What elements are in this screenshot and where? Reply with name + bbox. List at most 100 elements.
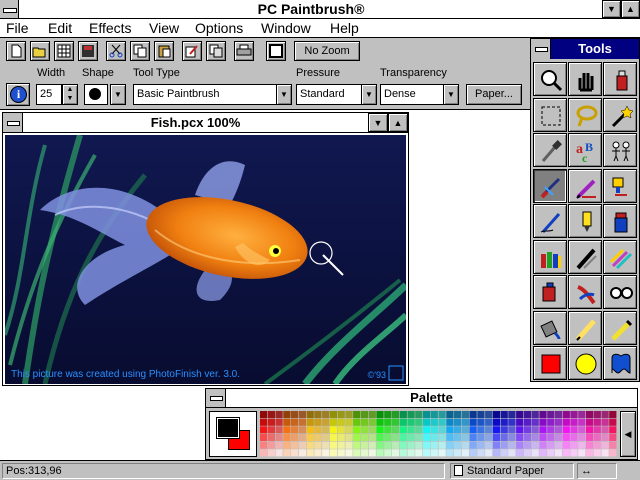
tool-type-dropdown[interactable]: ▼: [276, 84, 292, 105]
lasso-tool-button[interactable]: [568, 97, 602, 132]
copy-icon[interactable]: [130, 41, 150, 61]
palette-title: Palette: [410, 390, 453, 405]
edit-icon[interactable]: [182, 41, 202, 61]
magic-wand-tool-button[interactable]: [603, 97, 637, 132]
image-canvas[interactable]: This picture was created using PhotoFini…: [5, 135, 406, 384]
pencil-icon: [576, 179, 596, 199]
menu-help[interactable]: Help: [330, 19, 359, 37]
new-icon[interactable]: [6, 41, 26, 61]
width-spinner[interactable]: ▲ ▼: [62, 84, 78, 105]
tools-system-menu-button[interactable]: [531, 39, 551, 59]
menu-file[interactable]: File: [6, 19, 29, 37]
canvas-credit-text: This picture was created using PhotoFini…: [11, 369, 241, 380]
glasses-icon: [610, 287, 633, 299]
fill-bucket-icon: [540, 319, 561, 339]
smudge-tool-button[interactable]: [568, 275, 602, 309]
line-tool-button[interactable]: [568, 239, 602, 274]
highlighter-tool-button[interactable]: [568, 204, 602, 238]
document-minimize-button[interactable]: ▼: [368, 113, 388, 132]
shape-field[interactable]: [84, 84, 108, 105]
menu-bar: File Edit Effects View Options Window He…: [0, 19, 640, 38]
frame-icon[interactable]: [266, 41, 286, 61]
document-window: Fish.pcx 100% ▼ ▲ This picture was creat…: [2, 112, 409, 386]
color-replace-tool-button[interactable]: [533, 275, 567, 309]
goldfish-image: [5, 135, 406, 384]
document-title-bar: Fish.pcx 100% ▼ ▲: [3, 113, 408, 133]
shape-dropdown[interactable]: ▼: [110, 84, 126, 105]
fill-bucket-tool-button[interactable]: [533, 310, 567, 345]
marquee-tool-button[interactable]: [533, 97, 567, 132]
paste-icon[interactable]: [154, 41, 174, 61]
paper-icon: [454, 465, 463, 476]
menu-options[interactable]: Options: [195, 19, 243, 37]
pencil-tool-button[interactable]: [568, 168, 602, 203]
pen-tool-button[interactable]: [533, 204, 567, 238]
transparency-dropdown[interactable]: ▼: [443, 84, 459, 105]
open-icon[interactable]: [30, 41, 50, 61]
lasso-icon: [576, 105, 598, 127]
pressure-field[interactable]: Standard: [296, 84, 362, 105]
status-position: Pos:313,96: [2, 463, 445, 479]
chalk-icon: [576, 318, 596, 341]
multi-pen-tool-button[interactable]: [603, 239, 637, 274]
width-field[interactable]: 25: [36, 84, 62, 105]
info-icon: i: [10, 86, 27, 103]
print-icon[interactable]: [234, 41, 254, 61]
rectangle-icon: [541, 354, 561, 374]
pressure-dropdown[interactable]: ▼: [361, 84, 377, 105]
palette-panel: Palette ◀: [205, 388, 638, 460]
maximize-button[interactable]: ▲: [621, 0, 640, 18]
app-title: PC Paintbrush®: [257, 1, 365, 17]
menu-window[interactable]: Window: [261, 19, 311, 37]
marker-icon: [611, 319, 633, 341]
chalk-tool-button[interactable]: [568, 310, 602, 345]
crayons-tool-button[interactable]: [533, 239, 567, 274]
app-title-bar: PC Paintbrush® ▼ ▲: [0, 0, 640, 19]
paintbrush-icon: [540, 177, 561, 198]
info-button[interactable]: i: [6, 83, 30, 106]
tool-type-field[interactable]: Basic Paintbrush: [133, 84, 277, 105]
grid-icon[interactable]: [54, 41, 74, 61]
text-tool-button[interactable]: aBc: [568, 133, 602, 167]
spray-paint-icon: [616, 70, 628, 91]
zoom-tool-button[interactable]: [533, 62, 567, 96]
cut-icon[interactable]: [106, 41, 126, 61]
minimize-button[interactable]: ▼: [602, 0, 621, 18]
magic-wand-icon: [611, 104, 633, 127]
clipboard-icon[interactable]: [206, 41, 226, 61]
eyedropper-tool-button[interactable]: [533, 133, 567, 167]
airbrush-tool-button[interactable]: [603, 168, 637, 203]
hand-tool-button[interactable]: [568, 62, 602, 96]
menu-edit[interactable]: Edit: [48, 19, 72, 37]
line-icon: [576, 248, 597, 269]
airbrush-icon: [612, 177, 627, 196]
current-colors[interactable]: [209, 411, 257, 457]
pressure-label: Pressure: [296, 67, 341, 79]
foreground-color-swatch[interactable]: [216, 417, 240, 439]
marker-tool-button[interactable]: [603, 310, 637, 345]
svg-text:c: c: [582, 151, 588, 163]
glasses-tool-button[interactable]: [603, 275, 637, 309]
freeform-shape-tool-button[interactable]: [603, 346, 637, 380]
crayons-icon: [541, 251, 561, 268]
ellipse-tool-button[interactable]: [568, 346, 602, 380]
clone-icon: [612, 141, 630, 162]
paint-can-tool-button[interactable]: [603, 204, 637, 238]
color-replace-icon: [542, 282, 556, 302]
color-swatches[interactable]: [260, 411, 617, 457]
palette-system-menu-button[interactable]: [206, 389, 226, 407]
spray-paint-tool-button[interactable]: [603, 62, 637, 96]
system-menu-button[interactable]: [0, 0, 19, 18]
palette-scroll-button[interactable]: ◀: [620, 411, 636, 457]
clone-tool-button[interactable]: [603, 133, 637, 167]
paper-button[interactable]: Paper...: [466, 84, 522, 105]
no-zoom-button[interactable]: No Zoom: [294, 41, 360, 61]
transparency-field[interactable]: Dense: [380, 84, 444, 105]
save-icon[interactable]: [78, 41, 98, 61]
menu-view[interactable]: View: [149, 19, 179, 37]
paintbrush-tool-button[interactable]: [533, 168, 567, 203]
menu-effects[interactable]: Effects: [89, 19, 132, 37]
document-maximize-button[interactable]: ▲: [388, 113, 408, 132]
document-system-menu-button[interactable]: [3, 113, 23, 132]
rectangle-tool-button[interactable]: [533, 346, 567, 380]
